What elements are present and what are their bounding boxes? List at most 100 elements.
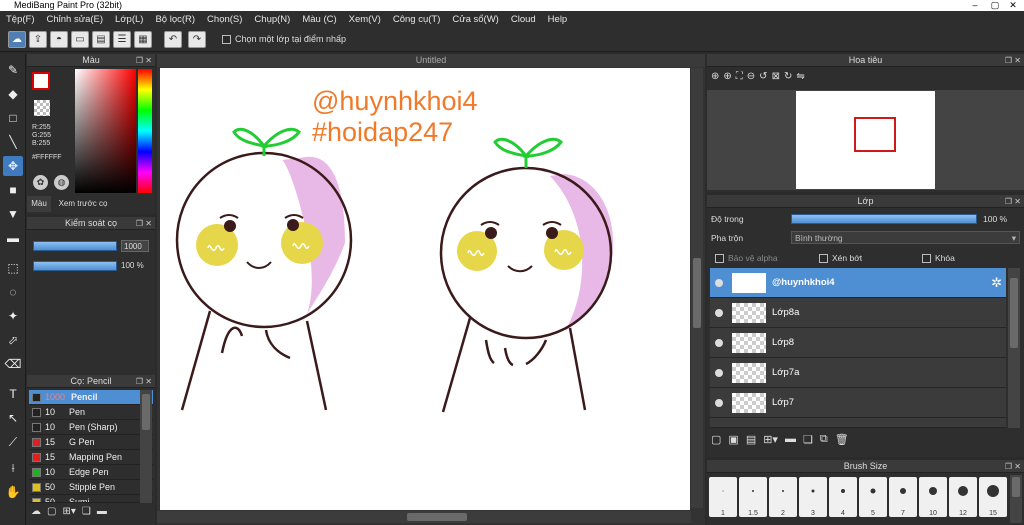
- foreground-color-swatch[interactable]: [32, 72, 50, 90]
- rotate-right-icon[interactable]: ↻: [784, 71, 792, 82]
- protect-alpha-checkbox[interactable]: [715, 253, 724, 263]
- close-icon[interactable]: ✕: [1004, 0, 1022, 11]
- undo-icon[interactable]: ↶: [164, 31, 182, 48]
- fit-icon[interactable]: ⛶: [736, 71, 743, 82]
- scroll-thumb[interactable]: [407, 513, 467, 521]
- canvas-vertical-scrollbar[interactable]: [691, 68, 703, 508]
- upload-icon[interactable]: ⇪: [29, 31, 47, 48]
- layer-row[interactable]: Lớp8: [710, 328, 1006, 358]
- layer-opacity-slider[interactable]: [791, 214, 977, 224]
- brush-item-g-pen[interactable]: 15 G Pen: [29, 435, 153, 450]
- clipping-checkbox[interactable]: [819, 253, 828, 263]
- palette-icon[interactable]: ✿: [33, 175, 48, 190]
- menu-select[interactable]: Chọn(S): [207, 14, 242, 25]
- hue-slider[interactable]: [138, 69, 152, 193]
- menu-capture[interactable]: Chụp(N): [254, 14, 290, 25]
- zoom-in-icon[interactable]: ⊕: [723, 71, 731, 82]
- brush-size-preset[interactable]: 5: [859, 477, 887, 517]
- add-brush-icon[interactable]: ⊞▾: [62, 506, 75, 523]
- panel-controls-icon[interactable]: ❐ ✕: [1005, 460, 1021, 473]
- scroll-thumb[interactable]: [1010, 278, 1018, 348]
- fill-shape-tool-icon[interactable]: ■: [3, 180, 23, 200]
- layers-scrollbar[interactable]: [1008, 268, 1020, 428]
- scroll-thumb[interactable]: [693, 258, 701, 328]
- panel-controls-icon[interactable]: ❐ ✕: [136, 54, 152, 67]
- menu-cloud[interactable]: Cloud: [511, 14, 536, 25]
- zoom-icon[interactable]: ⊕: [711, 71, 719, 82]
- visibility-icon[interactable]: [715, 309, 723, 317]
- layer-row[interactable]: @huynhkhoi4 ✲: [710, 268, 1006, 298]
- tab-color[interactable]: Màu: [27, 196, 51, 212]
- document-icon[interactable]: ▤: [92, 31, 110, 48]
- brush-size-value[interactable]: 1000: [121, 240, 149, 252]
- panel-controls-icon[interactable]: ❐ ✕: [136, 375, 152, 388]
- brush-list-scrollbar[interactable]: [140, 390, 152, 503]
- brush-size-preset[interactable]: 4: [829, 477, 857, 517]
- navigator-viewport-box[interactable]: [854, 117, 896, 152]
- layer-row[interactable]: Lớp7: [710, 388, 1006, 418]
- navigator-thumbnail[interactable]: [796, 91, 935, 189]
- brush-item-edge-pen[interactable]: 10 Edge Pen: [29, 465, 153, 480]
- menu-window[interactable]: Cửa sổ(W): [452, 14, 498, 25]
- lasso-tool-icon[interactable]: ◌: [3, 282, 23, 302]
- brush-size-preset[interactable]: 1: [709, 477, 737, 517]
- minimize-icon[interactable]: –: [966, 0, 984, 11]
- new-layer-icon[interactable]: ▢: [711, 433, 721, 453]
- move-tool-icon[interactable]: ✥: [3, 156, 23, 176]
- eraser-tool-icon[interactable]: ◆: [3, 84, 23, 104]
- panel-controls-icon[interactable]: ❐ ✕: [1005, 54, 1021, 67]
- blend-mode-select[interactable]: Bình thường ▾: [791, 231, 1020, 244]
- brush-size-preset[interactable]: 2: [769, 477, 797, 517]
- brush-size-preset[interactable]: 10: [919, 477, 947, 517]
- brush-item-pen-sharp[interactable]: 10 Pen (Sharp): [29, 420, 153, 435]
- folder-icon[interactable]: ▬: [97, 506, 107, 523]
- select-layer-at-click-option[interactable]: Chọn một lớp tại điểm nhấp: [222, 34, 346, 44]
- brush-size-slider[interactable]: [33, 241, 117, 251]
- menu-color[interactable]: Màu (C): [302, 14, 336, 25]
- duplicate-layer-icon[interactable]: ❏: [803, 433, 813, 453]
- brush-item-mapping-pen[interactable]: 15 Mapping Pen: [29, 450, 153, 465]
- redo-icon[interactable]: ↷: [188, 31, 206, 48]
- brush-size-preset[interactable]: 1.5: [739, 477, 767, 517]
- dot-tool-icon[interactable]: ╲: [3, 132, 23, 152]
- brush-item-pencil[interactable]: 1000 Pencil ✲: [29, 390, 153, 405]
- grid-icon[interactable]: ▦: [134, 31, 152, 48]
- new-8bit-layer-icon[interactable]: ▤: [746, 433, 756, 453]
- transparent-color-swatch[interactable]: [34, 100, 50, 116]
- visibility-icon[interactable]: [715, 369, 723, 377]
- chat-icon[interactable]: ▭: [71, 31, 89, 48]
- cloud-brush-icon[interactable]: ☁: [31, 506, 41, 523]
- brush-size-preset[interactable]: 7: [889, 477, 917, 517]
- layer-row-partial[interactable]: [710, 418, 1006, 428]
- visibility-icon[interactable]: [715, 399, 723, 407]
- layer-row[interactable]: Lớp8a: [710, 298, 1006, 328]
- eyedropper-tool-icon[interactable]: ⟊: [3, 458, 23, 478]
- select-layer-checkbox[interactable]: [222, 34, 231, 44]
- brush-size-scrollbar[interactable]: [1010, 475, 1022, 523]
- merge-layer-icon[interactable]: ⧉: [820, 433, 828, 453]
- lock-checkbox[interactable]: [922, 253, 931, 263]
- scroll-thumb[interactable]: [1012, 477, 1020, 497]
- brush-opacity-slider[interactable]: [33, 261, 117, 271]
- saturation-value-picker[interactable]: [75, 69, 136, 193]
- gradient-tool-icon[interactable]: ▬: [3, 228, 23, 248]
- menu-help[interactable]: Help: [548, 14, 568, 25]
- bucket-tool-icon[interactable]: ▼: [3, 204, 23, 224]
- layer-row[interactable]: Lớp7a: [710, 358, 1006, 388]
- menu-file[interactable]: Tệp(F): [6, 14, 35, 25]
- comment-icon[interactable]: ◓: [50, 31, 68, 48]
- menu-edit[interactable]: Chỉnh sửa(E): [47, 14, 104, 25]
- brush-item-pen[interactable]: 10 Pen: [29, 405, 153, 420]
- visibility-icon[interactable]: [715, 279, 723, 287]
- rotate-left-icon[interactable]: ↺: [759, 71, 767, 82]
- cloud-icon[interactable]: ☁: [8, 31, 26, 48]
- folder-icon[interactable]: ▬: [785, 433, 796, 453]
- copy-brush-icon[interactable]: ❏: [82, 506, 91, 523]
- panel-controls-icon[interactable]: ❐ ✕: [1005, 195, 1021, 208]
- canvas-tab[interactable]: Untitled: [157, 54, 705, 67]
- brush-size-preset[interactable]: 15: [979, 477, 1007, 517]
- brush-item-stipple-pen[interactable]: 50 Stipple Pen: [29, 480, 153, 495]
- canvas-horizontal-scrollbar[interactable]: [157, 511, 691, 523]
- gear-icon[interactable]: ✲: [991, 275, 1002, 291]
- menu-view[interactable]: Xem(V): [349, 14, 381, 25]
